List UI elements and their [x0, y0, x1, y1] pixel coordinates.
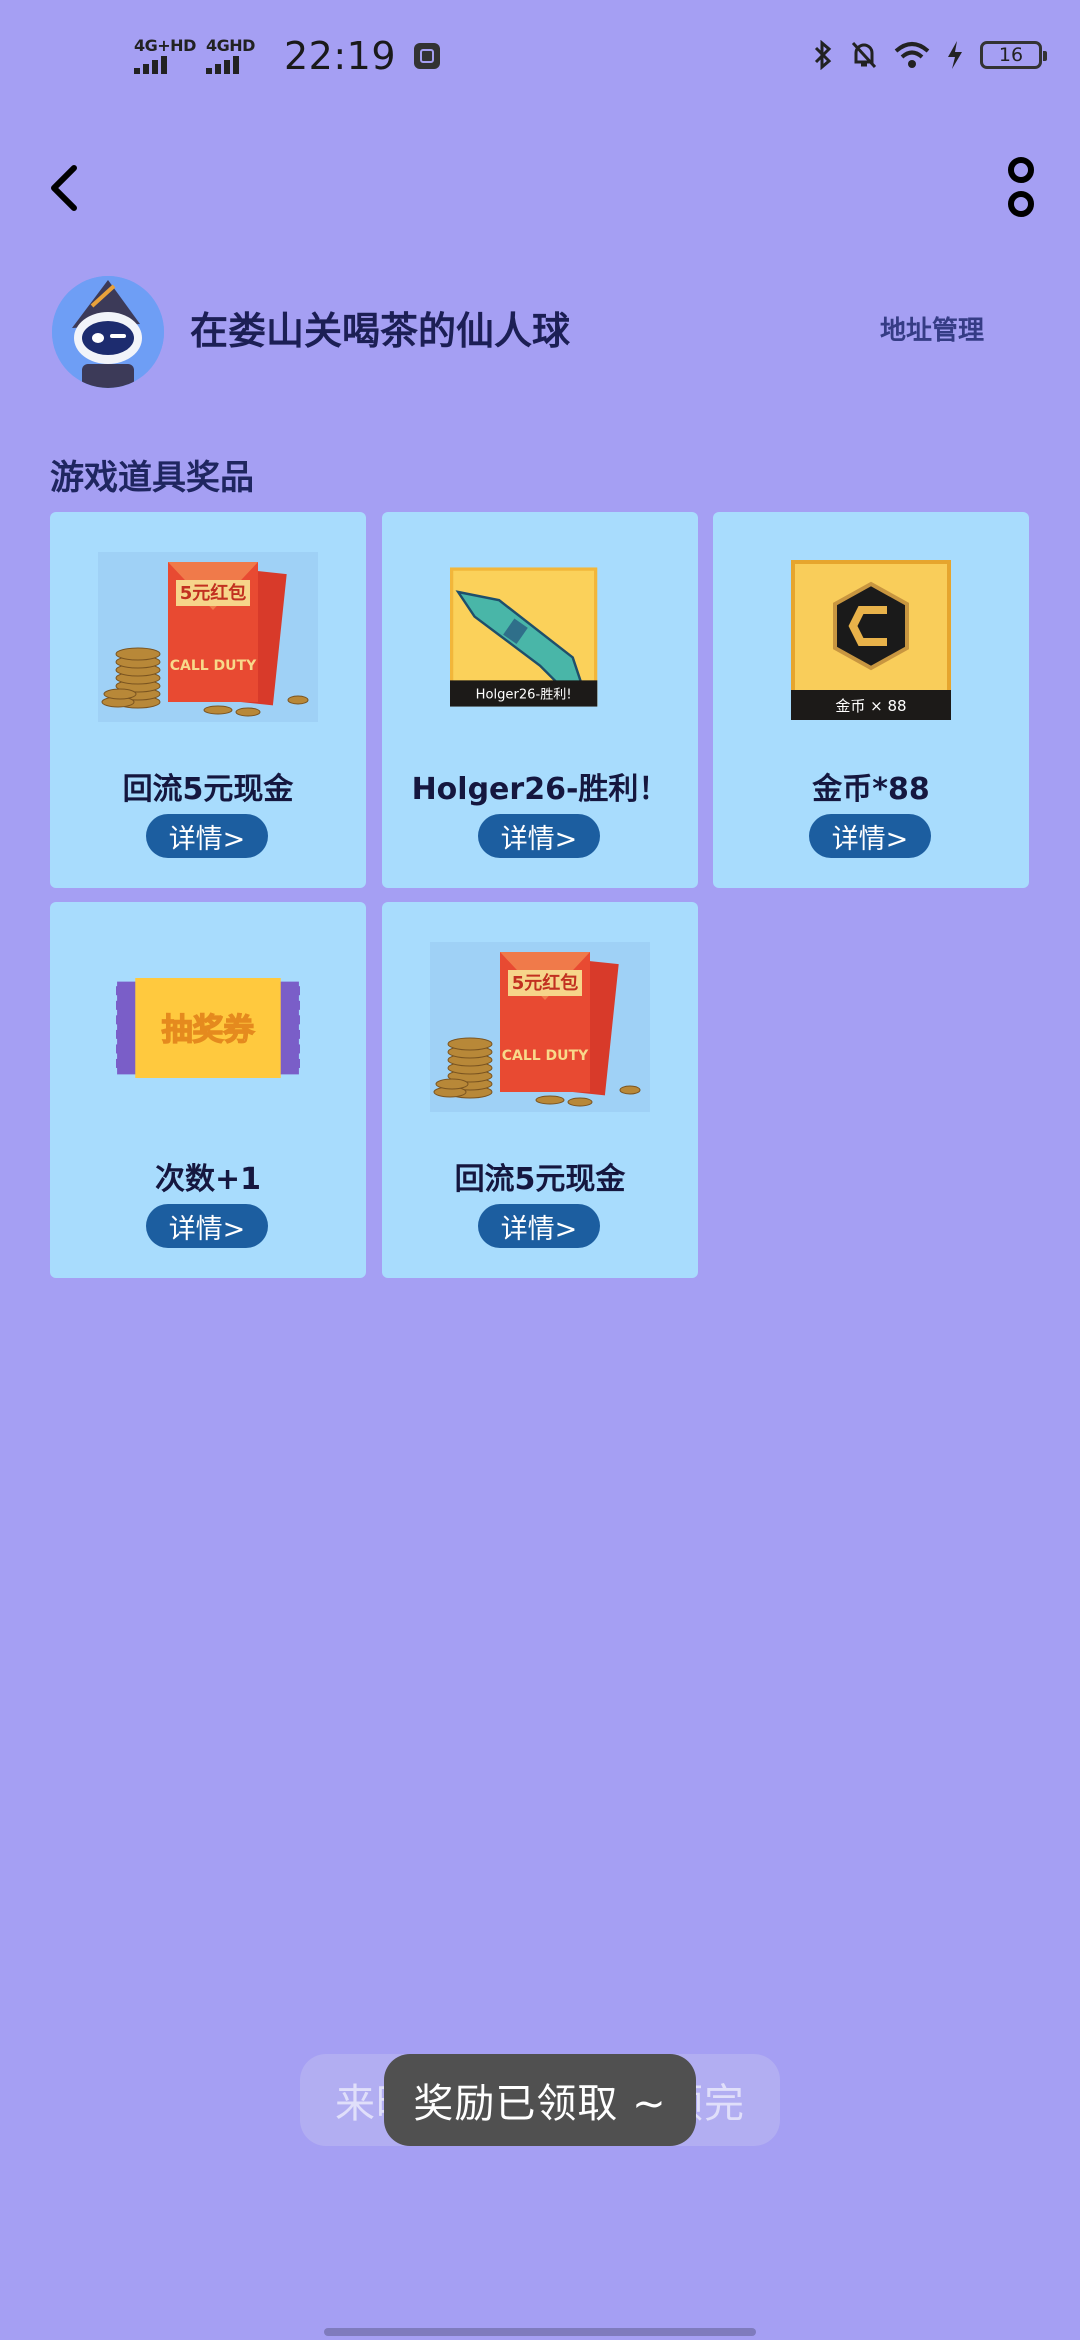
envelope-text: 5元红包 [180, 582, 247, 604]
address-management-link[interactable]: 地址管理 [880, 310, 984, 347]
weapon-image: Holger26-胜利! [450, 567, 598, 707]
notification-app-icon [414, 43, 441, 69]
prize-card: 金币 × 88 金币*88 详情> [713, 512, 1029, 888]
more-options-button[interactable] [1000, 154, 1042, 226]
signal-1-label: 4G+HD [134, 36, 196, 55]
bluetooth-icon [814, 40, 832, 70]
prize-detail-button[interactable]: 详情> [478, 814, 600, 858]
section-title: 游戏道具奖品 [50, 458, 254, 498]
charging-icon [948, 41, 962, 69]
coin-caption: 金币 × 88 [835, 697, 906, 715]
mute-bell-icon [851, 41, 877, 69]
wifi-icon [894, 42, 930, 68]
battery-indicator: 16 [980, 41, 1047, 69]
username: 在娄山关喝茶的仙人球 [190, 309, 571, 353]
clock: 22:19 [284, 34, 397, 78]
envelope-brand: CALL DUTY [502, 1048, 589, 1064]
weapon-caption: Holger26-胜利! [476, 686, 572, 702]
toast-message: 奖励已领取 ~ [384, 2054, 696, 2146]
gold-coin-image: 金币 × 88 [791, 560, 951, 720]
prize-card: 抽奖券 次数+1 详情> [50, 902, 366, 1278]
envelope-text: 5元红包 [512, 972, 579, 994]
back-button[interactable] [40, 158, 90, 218]
signal-2-label: 4GHD [206, 36, 255, 55]
prize-name: 回流5元现金 [122, 772, 294, 807]
home-indicator[interactable] [324, 2328, 756, 2336]
ticket-text: 抽奖券 [162, 1012, 256, 1048]
prize-name: Holger26-胜利！ [411, 772, 669, 807]
status-left: 4G+HD 4GHD 22:19 [134, 34, 441, 78]
signal-1: 4G+HD [134, 38, 196, 74]
prize-card: Holger26-胜利! Holger26-胜利！ 详情> [382, 512, 698, 888]
prize-detail-button[interactable]: 详情> [809, 814, 931, 858]
signal-bars-icon [206, 54, 239, 74]
lottery-ticket-image: 抽奖券 [116, 978, 300, 1078]
envelope-brand: CALL DUTY [170, 658, 257, 674]
signal-2: 4GHD [206, 38, 268, 74]
red-envelope-image: 5元红包 CALL DUTY [98, 552, 318, 722]
red-envelope-image: 5元红包 CALL DUTY [430, 942, 650, 1112]
prize-detail-button[interactable]: 详情> [478, 1204, 600, 1248]
prize-name: 次数+1 [154, 1162, 261, 1197]
prize-name: 回流5元现金 [454, 1162, 626, 1197]
prize-detail-button[interactable]: 详情> [146, 814, 268, 858]
signal-bars-icon [134, 54, 167, 74]
prize-card: 5元红包 CALL DUTY 回流5元现金 详情> [50, 512, 366, 888]
prize-name: 金币*88 [812, 772, 930, 807]
avatar [52, 276, 164, 388]
status-right: 16 [812, 40, 1047, 70]
status-bar: 4G+HD 4GHD 22:19 16 [0, 0, 1080, 120]
prize-card: 5元红包 CALL DUTY 回流5元现金 详情> [382, 902, 698, 1278]
prize-detail-button[interactable]: 详情> [146, 1204, 268, 1248]
